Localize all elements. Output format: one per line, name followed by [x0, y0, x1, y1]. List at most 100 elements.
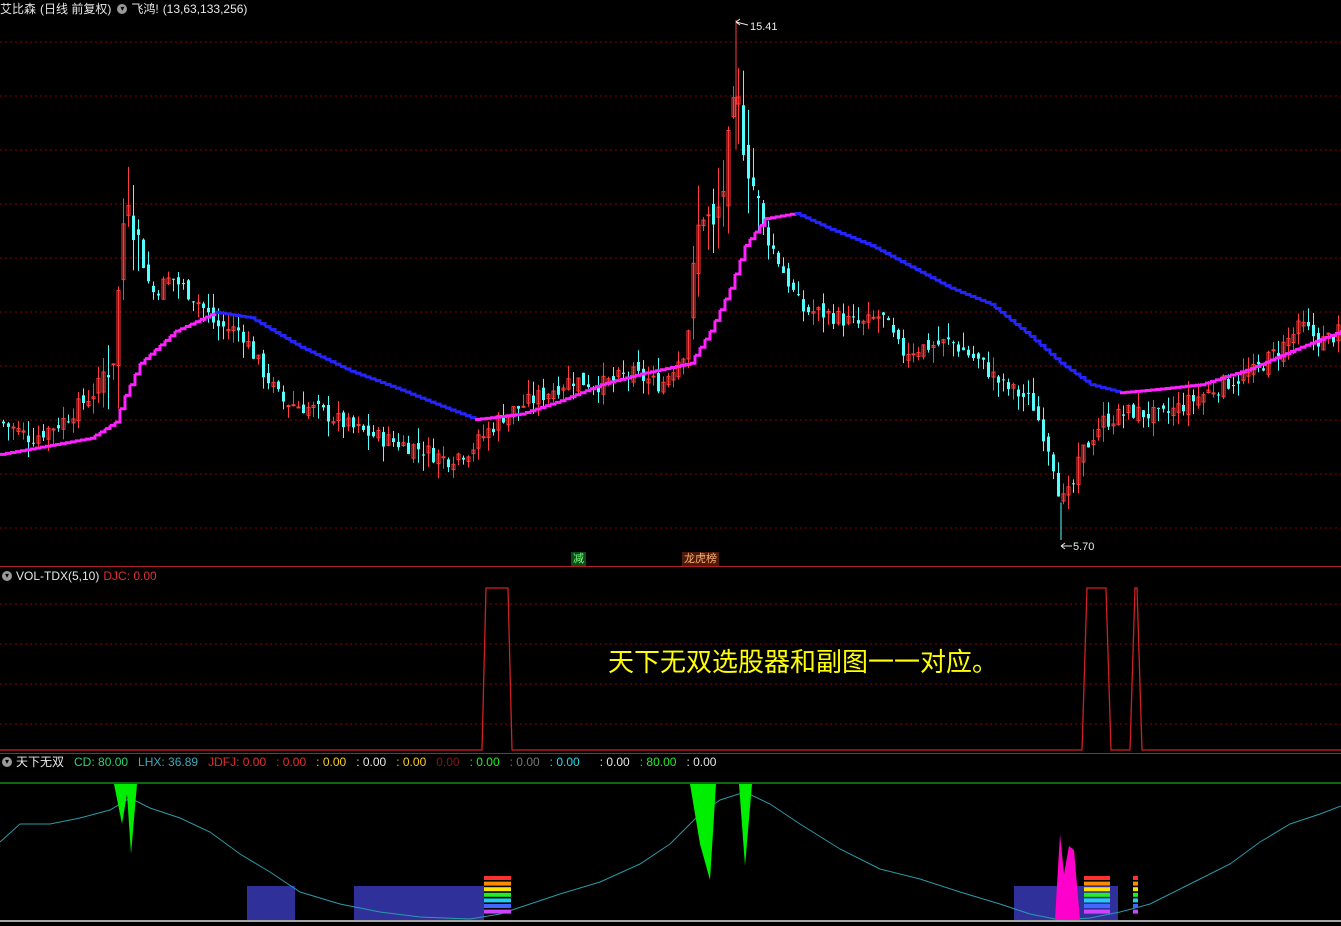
- ma-step-segment: [665, 367, 672, 371]
- ma-step-segment: [175, 328, 182, 333]
- ma-step-segment: [905, 262, 912, 267]
- ma-step-segment: [940, 281, 947, 286]
- ma-step-segment: [260, 322, 267, 327]
- ma-step-segment: [355, 371, 362, 376]
- ma-step-segment: [370, 377, 377, 381]
- ma-step-segment: [285, 336, 292, 342]
- candle-body: [1227, 379, 1230, 389]
- ma-step-segment: [550, 402, 557, 406]
- ma-step-segment: [1065, 365, 1072, 371]
- ma-step-segment: [40, 445, 47, 449]
- ma-step-segment: [1100, 385, 1107, 389]
- ma-step-segment: [1020, 326, 1027, 333]
- candle-body: [1087, 442, 1090, 448]
- candle-body: [857, 320, 860, 324]
- ma-step-segment: [350, 369, 357, 374]
- candle-body: [1211, 392, 1216, 395]
- ma-step-segment: [625, 376, 632, 380]
- candle-body: [142, 239, 145, 268]
- ma-step-segment: [1085, 379, 1092, 385]
- candle-body: [757, 195, 760, 199]
- indicator-chart[interactable]: [0, 754, 1341, 926]
- ma-step-segment: [810, 218, 817, 223]
- ma-step-segment: [345, 367, 352, 372]
- ma-step-segment: [935, 278, 942, 283]
- ma-step-segment: [450, 408, 457, 412]
- ma-step-segment: [1205, 381, 1212, 385]
- ma-step-segment: [0, 452, 7, 456]
- candle-body: [792, 282, 795, 290]
- signal-bar: [1133, 898, 1138, 903]
- candle-body: [242, 331, 245, 343]
- ma-step-segment: [975, 296, 982, 301]
- ma-step-segment: [1115, 389, 1122, 393]
- candle-body: [182, 282, 185, 285]
- signal-bar: [1084, 898, 1110, 903]
- ma-step-segment: [595, 384, 602, 389]
- ma-step-segment: [185, 324, 192, 328]
- ma-step-segment: [1025, 330, 1032, 337]
- candle-body: [802, 299, 805, 312]
- candle-body: [157, 293, 160, 296]
- ma-step-segment: [925, 273, 932, 278]
- candle-body: [1122, 414, 1125, 416]
- candle-body: [947, 337, 950, 340]
- candle-body: [172, 278, 175, 280]
- ma-step-segment: [1150, 388, 1157, 392]
- candle-body: [417, 443, 420, 450]
- ma-step-segment: [315, 352, 322, 357]
- ma-step-segment: [620, 377, 627, 381]
- ma-step-segment: [250, 316, 257, 321]
- ma-step-segment: [1170, 386, 1177, 390]
- candle-body: [286, 405, 291, 408]
- ma-step-segment: [820, 223, 827, 228]
- ma-step-segment: [75, 439, 82, 443]
- candle-body: [1007, 382, 1010, 390]
- candle-body: [1047, 436, 1050, 452]
- candle-body: [1017, 389, 1020, 397]
- candle-body: [1072, 483, 1075, 485]
- ma-step-segment: [870, 243, 877, 249]
- ma-step-segment: [790, 212, 797, 216]
- tianxiawushuang-panel[interactable]: ▾ 天下无双 CD: 80.00 LHX: 36.89 JDFJ: 0.00: 0.…: [0, 754, 1341, 926]
- candle-body: [582, 372, 585, 386]
- ma-step-segment: [395, 386, 402, 391]
- ma-step-segment: [1180, 385, 1187, 389]
- ma-step-segment: [300, 345, 307, 350]
- ma-step-segment: [785, 213, 792, 217]
- price-chart-panel[interactable]: 艾比森 (日线 前复权) ▾ 飞鸿! (13,63,133,256) 15.41…: [0, 0, 1341, 566]
- ma-step-segment: [585, 388, 592, 393]
- ma-step-segment: [165, 335, 172, 342]
- candle-body: [1162, 405, 1165, 409]
- ma-step-segment: [385, 382, 392, 387]
- candle-body: [282, 391, 285, 402]
- candle-body: [1257, 361, 1260, 365]
- badge-reduce[interactable]: 减: [571, 552, 586, 566]
- ma-step-segment: [60, 442, 67, 446]
- candle-body: [747, 144, 750, 179]
- blue-block: [354, 886, 484, 920]
- candle-body: [1027, 392, 1030, 394]
- candlestick-chart[interactable]: 15.41 5.70: [0, 0, 1341, 566]
- ma-step-segment: [270, 328, 277, 333]
- ma-step-segment: [425, 398, 432, 403]
- candle-body: [222, 321, 225, 327]
- ma-step-segment: [455, 410, 462, 414]
- ma-step-segment: [1325, 335, 1332, 339]
- candle-body: [572, 383, 575, 386]
- ma-step-segment: [845, 233, 852, 238]
- ma-step-segment: [920, 270, 927, 275]
- candle-body: [422, 454, 425, 456]
- candle-body: [296, 406, 301, 409]
- volume-panel[interactable]: ▾ VOL-TDX(5,10) DJC: 0.00 天下无双选股器和副图一一对应…: [0, 567, 1341, 753]
- ma-step-segment: [325, 357, 332, 362]
- ma-step-segment: [255, 319, 262, 324]
- candle-body: [187, 280, 190, 300]
- badge-dragon-tiger[interactable]: 龙虎榜: [682, 552, 719, 566]
- ma-step-segment: [1075, 372, 1082, 378]
- high-price-label: 15.41: [750, 21, 778, 33]
- ma-step-segment: [320, 355, 327, 360]
- candle-body: [657, 373, 660, 392]
- candle-body: [51, 428, 56, 431]
- ma-step-segment: [945, 284, 952, 289]
